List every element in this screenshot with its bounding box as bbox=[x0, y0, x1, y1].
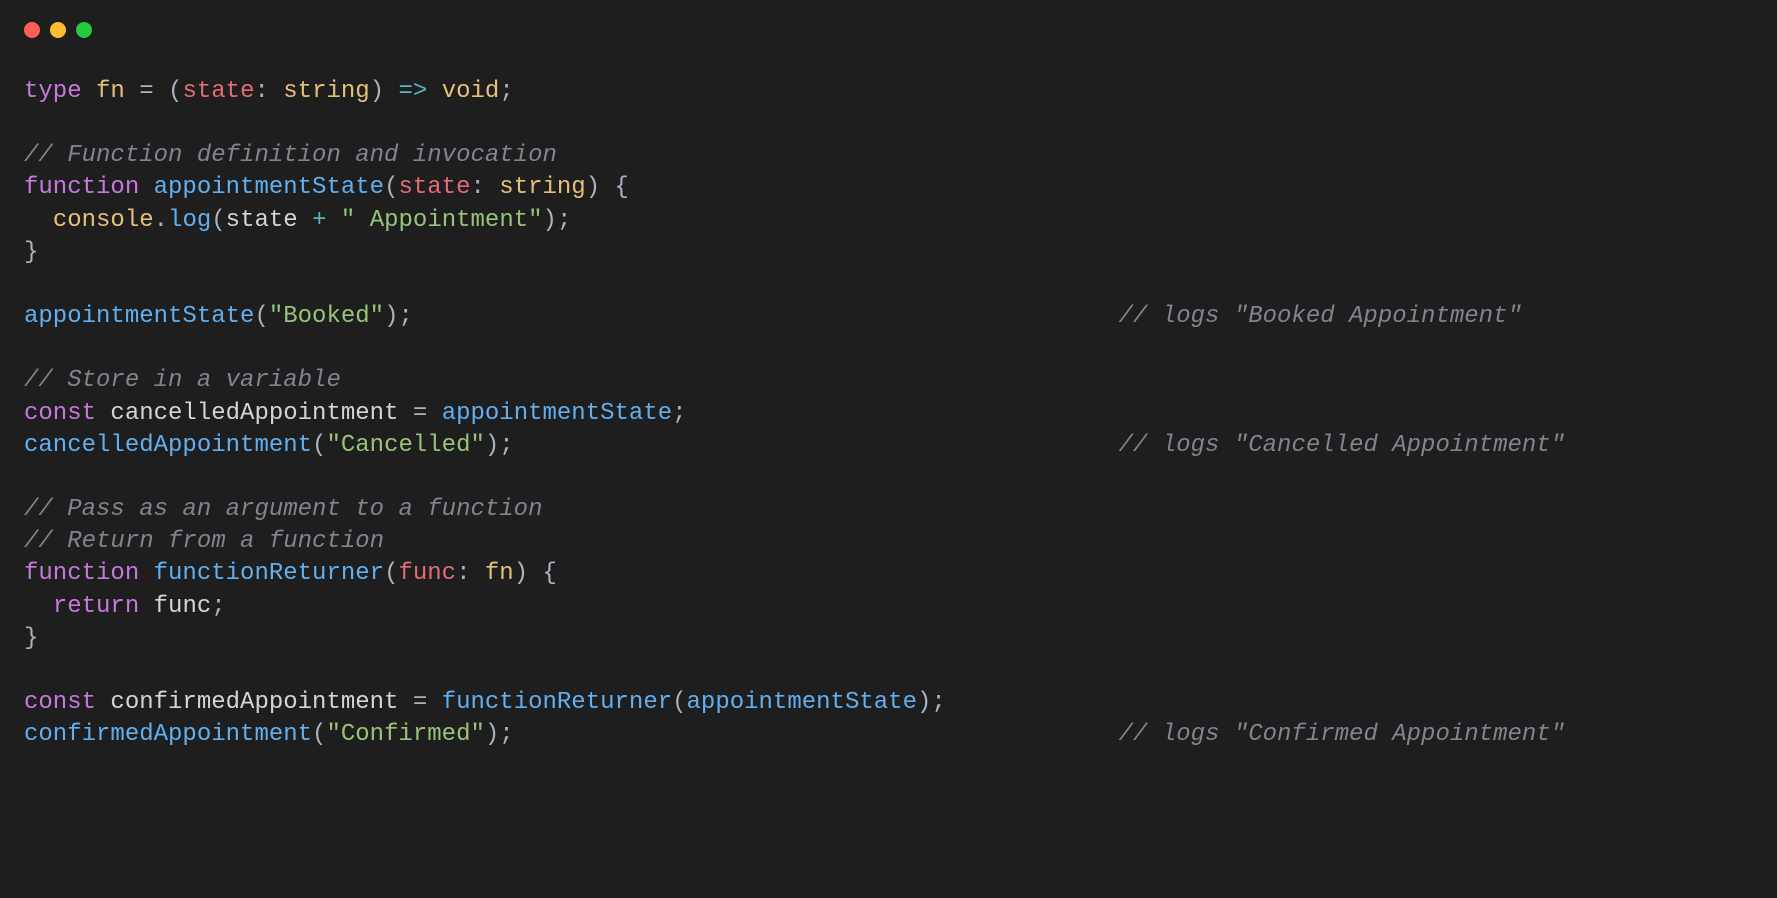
close-brace: } bbox=[24, 239, 38, 266]
code-line: function functionReturner(func: fn) { bbox=[24, 560, 557, 587]
call-function-returner: functionReturner bbox=[442, 689, 672, 716]
call-confirmed-appointment: confirmedAppointment bbox=[24, 721, 312, 748]
code-line: const confirmedAppointment = functionRet… bbox=[24, 689, 946, 716]
type-string: string bbox=[283, 78, 369, 105]
string-literal: "Cancelled" bbox=[326, 432, 484, 459]
call-appointment-state: appointmentState bbox=[24, 303, 254, 330]
fn-function-returner: functionReturner bbox=[154, 560, 384, 587]
comment: // Pass as an argument to a function bbox=[24, 496, 542, 523]
console-object: console bbox=[53, 207, 154, 234]
type-alias-name: fn bbox=[96, 78, 125, 105]
close-brace: } bbox=[24, 625, 38, 652]
window-controls bbox=[24, 22, 1753, 38]
type-void: void bbox=[442, 78, 500, 105]
type-string: string bbox=[499, 174, 585, 201]
pad bbox=[413, 303, 1119, 330]
minimize-icon[interactable] bbox=[50, 22, 66, 38]
comment: // Function definition and invocation bbox=[24, 142, 557, 169]
comment: // Store in a variable bbox=[24, 367, 341, 394]
pad bbox=[514, 721, 1119, 748]
comment: // Return from a function bbox=[24, 528, 384, 555]
code-line: type fn = (state: string) => void; bbox=[24, 78, 514, 105]
type-fn: fn bbox=[485, 560, 514, 587]
code-line: console.log(state + " Appointment"); bbox=[24, 207, 571, 234]
zoom-icon[interactable] bbox=[76, 22, 92, 38]
keyword-function: function bbox=[24, 174, 139, 201]
param-func: func bbox=[398, 560, 456, 587]
keyword-const: const bbox=[24, 400, 96, 427]
pad bbox=[514, 432, 1119, 459]
code-line: function appointmentState(state: string)… bbox=[24, 174, 629, 201]
call-cancelled-appointment: cancelledAppointment bbox=[24, 432, 312, 459]
ref-appointment-state: appointmentState bbox=[442, 400, 672, 427]
keyword-return: return bbox=[53, 593, 139, 620]
string-literal: "Confirmed" bbox=[326, 721, 484, 748]
code-line: cancelledAppointment("Cancelled"); // lo… bbox=[24, 432, 1565, 459]
keyword-type: type bbox=[24, 78, 82, 105]
keyword-const: const bbox=[24, 689, 96, 716]
keyword-function: function bbox=[24, 560, 139, 587]
fn-appointment-state: appointmentState bbox=[154, 174, 384, 201]
arrow-operator: => bbox=[384, 78, 442, 105]
code-block: type fn = (state: string) => void; // Fu… bbox=[24, 76, 1753, 751]
code-line: return func; bbox=[24, 593, 226, 620]
code-window: type fn = (state: string) => void; // Fu… bbox=[0, 0, 1777, 898]
inline-comment: // logs "Cancelled Appointment" bbox=[1119, 432, 1565, 459]
var-cancelled-appointment: cancelledAppointment bbox=[110, 400, 398, 427]
string-literal: " Appointment" bbox=[341, 207, 543, 234]
log-method: log bbox=[168, 207, 211, 234]
param-state: state bbox=[182, 78, 254, 105]
code-line: appointmentState("Booked"); // logs "Boo… bbox=[24, 303, 1522, 330]
var-confirmed-appointment: confirmedAppointment bbox=[110, 689, 398, 716]
code-line: const cancelledAppointment = appointment… bbox=[24, 400, 687, 427]
param-state: state bbox=[398, 174, 470, 201]
plus-operator: + bbox=[298, 207, 341, 234]
close-icon[interactable] bbox=[24, 22, 40, 38]
inline-comment: // logs "Booked Appointment" bbox=[1119, 303, 1522, 330]
inline-comment: // logs "Confirmed Appointment" bbox=[1119, 721, 1565, 748]
arg-appointment-state: appointmentState bbox=[687, 689, 917, 716]
ident-state: state bbox=[226, 207, 298, 234]
ident-func: func bbox=[154, 593, 212, 620]
string-literal: "Booked" bbox=[269, 303, 384, 330]
code-line: confirmedAppointment("Confirmed"); // lo… bbox=[24, 721, 1565, 748]
